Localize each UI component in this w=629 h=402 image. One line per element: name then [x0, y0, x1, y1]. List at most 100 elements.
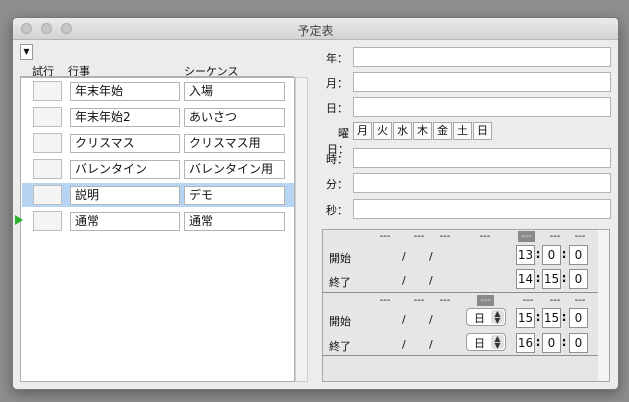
schedule-window: 予定表 ▼ 試行 行事 シーケンス 年末年始 入場 年末年始2 あいさつ クリス… [12, 17, 619, 390]
month-field[interactable] [353, 72, 611, 92]
dash-placeholder: --- [413, 295, 425, 306]
play-indicator-icon [15, 215, 23, 225]
time-colon: : [561, 271, 567, 285]
event-list: 年末年始 入場 年末年始2 あいさつ クリスマス クリスマス用 バレンタイン バ… [15, 77, 295, 382]
schedule-divider [323, 355, 598, 356]
dash-placeholder: --- [549, 295, 561, 306]
dash-placeholder: --- [379, 295, 391, 306]
dash-placeholder: --- [574, 295, 586, 306]
list-scrollbar[interactable] [295, 77, 308, 382]
start-second-field[interactable]: 0 [569, 245, 588, 265]
start-weekday-value: 日 [474, 312, 485, 325]
trial-button[interactable] [33, 107, 62, 127]
dash-placeholder: --- [379, 231, 391, 242]
start-weekday-select[interactable]: 日 ▲ ▼ [466, 308, 506, 326]
dash-placeholder: --- [479, 231, 491, 242]
date-slash: / [429, 338, 433, 351]
sequence-field[interactable]: 通常 [184, 212, 285, 231]
weekday-tue[interactable]: 火 [373, 122, 392, 140]
start-label: 開始 [329, 315, 351, 328]
weekday-sat[interactable]: 土 [453, 122, 472, 140]
sequence-field[interactable]: バレンタイン用 [184, 160, 285, 179]
minute-label: 分： [326, 178, 348, 191]
trial-button[interactable] [33, 211, 62, 231]
time-colon: : [561, 335, 567, 349]
list-row-0[interactable]: 年末年始 入場 [22, 79, 294, 103]
date-slash: / [402, 338, 406, 351]
event-name-field[interactable]: 通常 [70, 212, 180, 231]
time-colon: : [561, 310, 567, 324]
trial-button[interactable] [33, 133, 62, 153]
list-row-5[interactable]: 通常 通常 [15, 209, 294, 233]
start-hour-field[interactable]: 15 [516, 308, 535, 328]
minute-field[interactable] [353, 173, 611, 193]
end-label: 終了 [329, 340, 351, 353]
event-name-field[interactable]: クリスマス [70, 134, 180, 153]
chevron-down-icon: ▼ [23, 47, 30, 56]
trial-button[interactable] [33, 159, 62, 179]
year-label: 年： [326, 52, 348, 65]
end-hour-field[interactable]: 14 [516, 269, 535, 289]
schedule-divider [323, 292, 598, 293]
end-weekday-value: 日 [474, 337, 485, 350]
sequence-field[interactable]: デモ [184, 186, 285, 205]
list-row-4-selected[interactable]: 説明 デモ [22, 183, 294, 207]
second-label: 秒： [326, 204, 348, 217]
trial-button[interactable] [33, 81, 62, 101]
up-down-chevron-icon: ▲ ▼ [491, 310, 504, 325]
sequence-field[interactable]: あいさつ [184, 108, 285, 127]
end-hour-field[interactable]: 16 [516, 333, 535, 353]
event-name-field[interactable]: 説明 [70, 186, 180, 205]
end-label: 終了 [329, 276, 351, 289]
start-hour-field[interactable]: 13 [516, 245, 535, 265]
event-name-field[interactable]: バレンタイン [70, 160, 180, 179]
day-label: 日： [326, 102, 348, 115]
date-slash: / [429, 250, 433, 263]
list-menu-button[interactable]: ▼ [20, 44, 33, 60]
list-row-3[interactable]: バレンタイン バレンタイン用 [22, 157, 294, 181]
list-row-1[interactable]: 年末年始2 あいさつ [22, 105, 294, 129]
dash-placeholder: --- [413, 231, 425, 242]
up-down-chevron-icon: ▲ ▼ [491, 335, 504, 350]
dash-placeholder-highlighted: --- [477, 295, 494, 306]
weekday-sun[interactable]: 日 [473, 122, 492, 140]
weekday-thu[interactable]: 木 [413, 122, 432, 140]
window-title: 予定表 [297, 24, 334, 38]
event-name-field[interactable]: 年末年始2 [70, 108, 180, 127]
end-minute-field[interactable]: 15 [542, 269, 561, 289]
sequence-field[interactable]: クリスマス用 [184, 134, 285, 153]
date-slash: / [402, 250, 406, 263]
dash-placeholder-highlighted: --- [518, 231, 535, 242]
day-field[interactable] [353, 97, 611, 117]
start-minute-field[interactable]: 0 [542, 245, 561, 265]
hour-field[interactable] [353, 148, 611, 168]
dash-placeholder: --- [574, 231, 586, 242]
weekday-wed[interactable]: 水 [393, 122, 412, 140]
dash-placeholder: --- [522, 295, 534, 306]
hour-label: 時： [326, 153, 348, 166]
sequence-field[interactable]: 入場 [184, 82, 285, 101]
dash-placeholder: --- [439, 295, 451, 306]
end-weekday-select[interactable]: 日 ▲ ▼ [466, 333, 506, 351]
time-colon: : [535, 247, 541, 261]
month-label: 月： [326, 77, 348, 90]
time-colon: : [535, 335, 541, 349]
start-minute-field[interactable]: 15 [542, 308, 561, 328]
end-minute-field[interactable]: 0 [542, 333, 561, 353]
start-label: 開始 [329, 252, 351, 265]
trial-button[interactable] [33, 185, 62, 205]
second-field[interactable] [353, 199, 611, 219]
event-name-field[interactable]: 年末年始 [70, 82, 180, 101]
list-row-2[interactable]: クリスマス クリスマス用 [22, 131, 294, 155]
date-slash: / [429, 313, 433, 326]
date-slash: / [402, 274, 406, 287]
end-second-field[interactable]: 0 [569, 333, 588, 353]
schedule-scrollbar[interactable] [598, 230, 609, 381]
weekday-fri[interactable]: 金 [433, 122, 452, 140]
start-second-field[interactable]: 0 [569, 308, 588, 328]
time-colon: : [535, 271, 541, 285]
dash-placeholder: --- [439, 231, 451, 242]
year-field[interactable] [353, 47, 611, 67]
weekday-mon[interactable]: 月 [353, 122, 372, 140]
end-second-field[interactable]: 0 [569, 269, 588, 289]
